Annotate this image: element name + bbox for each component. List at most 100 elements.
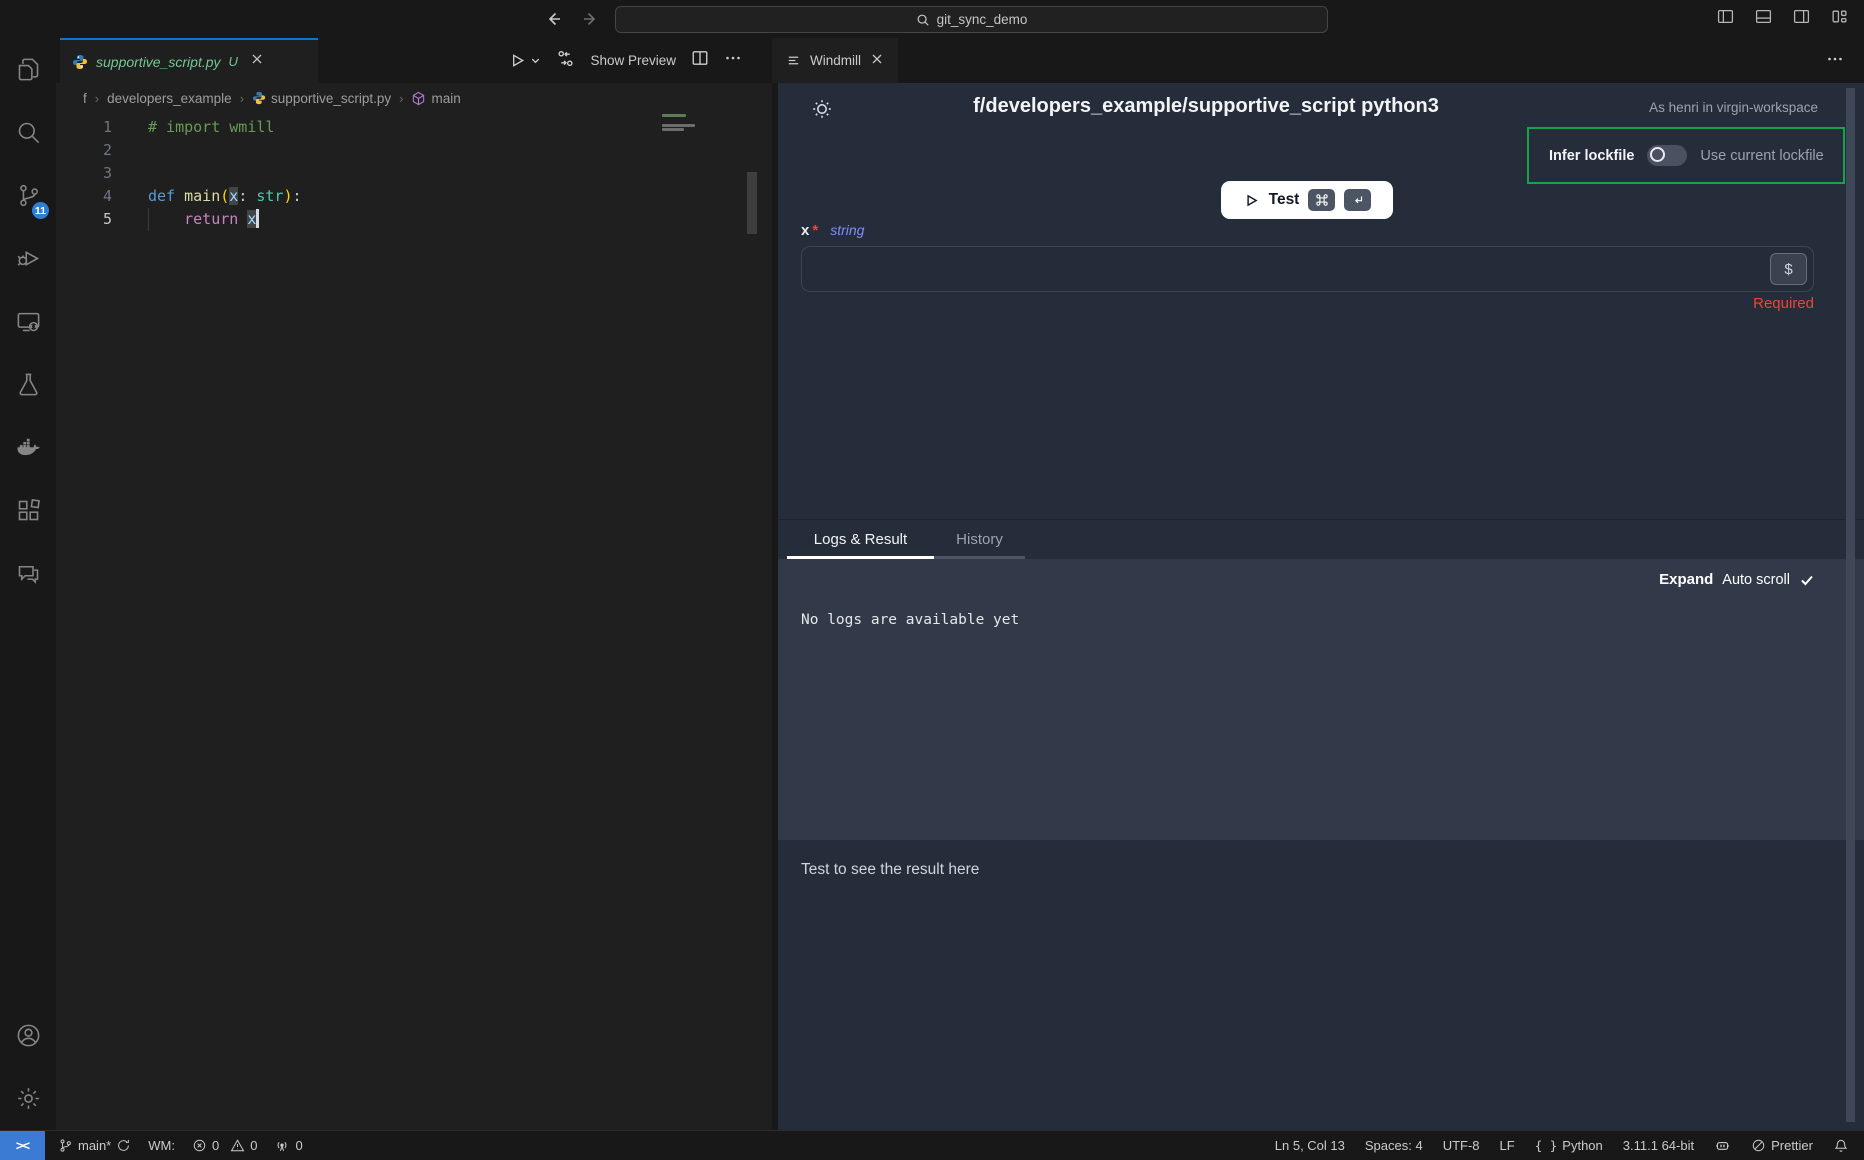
ports-item[interactable]: 0 bbox=[274, 1138, 302, 1154]
command-center-search[interactable]: git_sync_demo bbox=[615, 6, 1328, 33]
docker-icon[interactable] bbox=[0, 416, 56, 479]
lockfile-box: Infer lockfile Use current lockfile bbox=[1527, 127, 1845, 184]
toggle-secondary-sidebar-button[interactable] bbox=[1793, 8, 1810, 30]
ellipsis-icon bbox=[724, 49, 742, 67]
remote-explorer-icon[interactable] bbox=[0, 290, 56, 353]
breadcrumb-root[interactable]: f bbox=[83, 91, 87, 106]
language-mode-item[interactable]: { } Python bbox=[1535, 1138, 1603, 1153]
breadcrumb-separator: › bbox=[399, 91, 403, 106]
git-branch-icon bbox=[58, 1138, 73, 1153]
code-comment: # import wmill bbox=[148, 118, 274, 136]
tab-windmill[interactable]: Windmill bbox=[772, 38, 898, 83]
run-python-file-button[interactable] bbox=[508, 51, 541, 70]
breadcrumb-separator: › bbox=[95, 91, 99, 106]
settings-gear-icon[interactable] bbox=[0, 1067, 56, 1130]
prettier-item[interactable]: Prettier bbox=[1751, 1138, 1813, 1153]
python-icon bbox=[252, 91, 266, 105]
search-view-icon[interactable] bbox=[0, 101, 56, 164]
remote-indicator[interactable]: >< bbox=[0, 1131, 45, 1160]
panel-scrollbar[interactable] bbox=[1846, 88, 1855, 1122]
split-editor-button[interactable] bbox=[691, 49, 709, 72]
editor-toolbar: Show Preview bbox=[508, 38, 772, 83]
test-button[interactable]: Test bbox=[1221, 181, 1393, 219]
status-bar: >< main* WM: 0 0 0 Ln 5, Col 13 Spaces: … bbox=[0, 1130, 1864, 1160]
git-branch-item[interactable]: main* bbox=[58, 1138, 131, 1153]
notifications-bell-icon[interactable] bbox=[1833, 1138, 1849, 1154]
account-icon[interactable] bbox=[0, 1004, 56, 1067]
expand-button[interactable]: Expand bbox=[1659, 571, 1713, 588]
occurrence-highlight: x bbox=[247, 210, 256, 228]
tab-filename: supportive_script.py bbox=[96, 54, 221, 70]
source-control-icon[interactable]: 11 bbox=[0, 164, 56, 227]
scm-badge: 11 bbox=[32, 202, 49, 219]
customize-layout-button[interactable] bbox=[1831, 8, 1848, 30]
chevron-down-icon bbox=[530, 55, 541, 66]
breadcrumb-symbol[interactable]: main bbox=[411, 91, 460, 106]
history-forward-button[interactable] bbox=[582, 10, 600, 28]
problems-item[interactable]: 0 0 bbox=[192, 1138, 257, 1153]
use-current-lockfile-label: Use current lockfile bbox=[1700, 148, 1823, 164]
history-back-button[interactable] bbox=[544, 10, 562, 28]
result-placeholder: Test to see the result here bbox=[801, 861, 979, 879]
show-preview-button[interactable]: Show Preview bbox=[590, 53, 676, 68]
lockfile-toggle[interactable] bbox=[1647, 145, 1687, 166]
search-value: git_sync_demo bbox=[937, 12, 1028, 27]
split-editor-icon bbox=[691, 49, 709, 67]
compare-changes-icon bbox=[556, 49, 575, 68]
infer-lockfile-label: Infer lockfile bbox=[1549, 148, 1634, 164]
windmill-panel: Windmill f/developers_example/supportive… bbox=[772, 38, 1864, 1130]
cmd-key-icon bbox=[1308, 189, 1335, 211]
variable-picker-button[interactable]: $ bbox=[1770, 253, 1807, 285]
workspace-context: As henri in virgin-workspace bbox=[1649, 100, 1818, 115]
editor-group: supportive_script.py U Show Preview f › … bbox=[56, 38, 772, 1130]
field-label-row: x * string bbox=[801, 222, 864, 239]
line-number: 4 bbox=[56, 185, 112, 208]
search-icon bbox=[916, 13, 930, 27]
copilot-icon bbox=[1714, 1137, 1731, 1154]
code-line-active: 5 return x bbox=[56, 208, 772, 231]
theme-sun-icon[interactable] bbox=[810, 97, 834, 126]
eol-item[interactable]: LF bbox=[1500, 1138, 1515, 1153]
python-icon bbox=[72, 54, 88, 70]
check-icon[interactable] bbox=[1799, 572, 1815, 588]
run-debug-icon[interactable] bbox=[0, 227, 56, 290]
copilot-item[interactable] bbox=[1714, 1137, 1731, 1154]
auto-scroll-label[interactable]: Auto scroll bbox=[1722, 572, 1790, 588]
testing-icon[interactable] bbox=[0, 353, 56, 416]
field-name: x bbox=[801, 222, 809, 239]
line-number: 3 bbox=[56, 162, 112, 185]
activity-bar: 11 bbox=[0, 38, 56, 1130]
code-line: 3 bbox=[56, 162, 772, 185]
comments-icon[interactable] bbox=[0, 542, 56, 605]
open-changes-button[interactable] bbox=[556, 49, 575, 73]
arrow-left-icon bbox=[544, 10, 562, 28]
tab-history[interactable]: History bbox=[934, 523, 1025, 559]
line-number: 1 bbox=[56, 116, 112, 139]
extensions-icon[interactable] bbox=[0, 479, 56, 542]
code-line: 4 def main(x: str): bbox=[56, 185, 772, 208]
tab-close-icon[interactable] bbox=[250, 52, 264, 71]
line-number: 2 bbox=[56, 139, 112, 162]
tab-logs-result[interactable]: Logs & Result bbox=[787, 523, 934, 559]
breadcrumb-folder[interactable]: developers_example bbox=[107, 91, 232, 106]
toggle-panel-button[interactable] bbox=[1755, 8, 1772, 30]
code-editor[interactable]: 1 # import wmill 2 3 4 def main(x: str):… bbox=[56, 113, 772, 231]
circle-slash-icon bbox=[1751, 1138, 1766, 1153]
python-version-item[interactable]: 3.11.1 64-bit bbox=[1623, 1138, 1694, 1153]
toggle-primary-sidebar-button[interactable] bbox=[1717, 8, 1734, 30]
windmill-tab-close-icon[interactable] bbox=[870, 52, 884, 69]
breadcrumb-file[interactable]: supportive_script.py bbox=[252, 91, 391, 106]
indentation-item[interactable]: Spaces: 4 bbox=[1365, 1138, 1423, 1153]
encoding-item[interactable]: UTF-8 bbox=[1443, 1138, 1480, 1153]
cursor-position-item[interactable]: Ln 5, Col 13 bbox=[1275, 1138, 1345, 1153]
windmill-more-actions-button[interactable] bbox=[1826, 50, 1864, 72]
editor-more-actions-button[interactable] bbox=[724, 49, 742, 72]
editor-scrollbar[interactable] bbox=[747, 172, 757, 234]
tab-supportive-script[interactable]: supportive_script.py U bbox=[60, 38, 318, 83]
x-input[interactable] bbox=[801, 246, 1814, 292]
broadcast-icon bbox=[274, 1138, 290, 1154]
wm-status-item[interactable]: WM: bbox=[148, 1138, 175, 1153]
explorer-icon[interactable] bbox=[0, 38, 56, 101]
minimap-mark bbox=[662, 124, 695, 127]
arrow-right-icon bbox=[582, 10, 600, 28]
